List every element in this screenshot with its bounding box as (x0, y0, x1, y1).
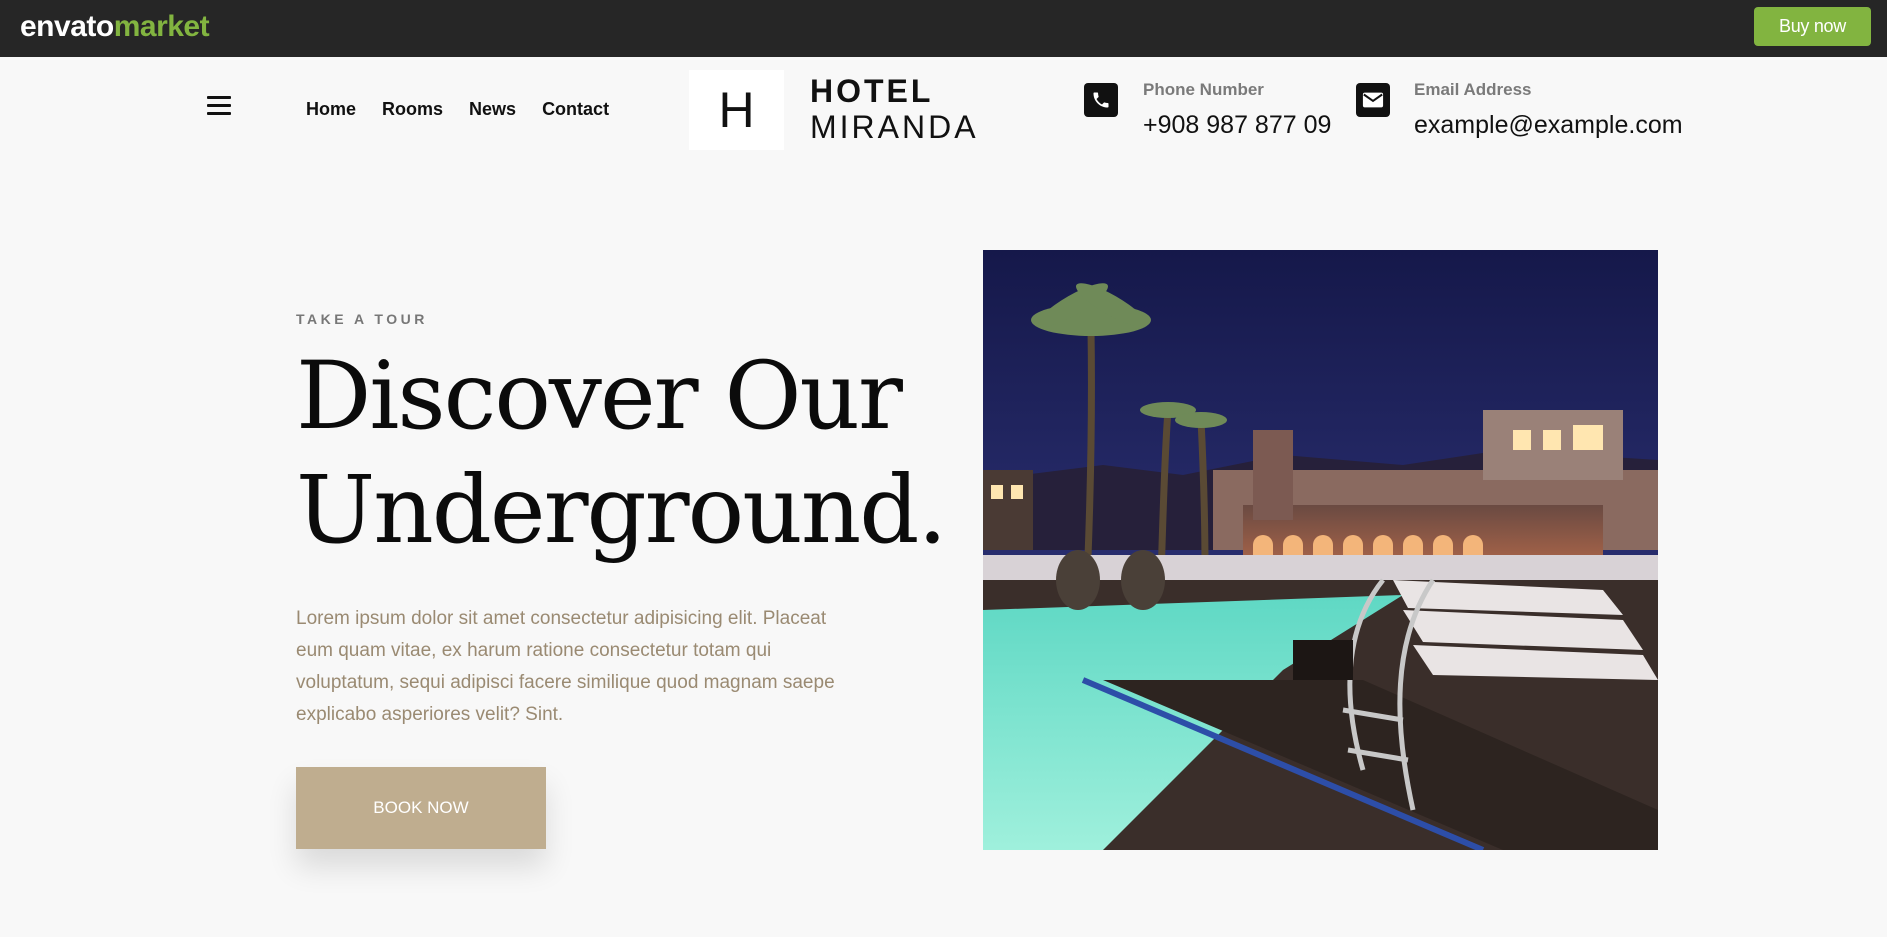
hotel-brand-name[interactable]: HOTEL MIRANDA (810, 73, 979, 145)
phone-icon (1084, 83, 1118, 117)
logo-letter: H (718, 82, 755, 138)
phone-label: Phone Number (1143, 80, 1264, 99)
phone-number[interactable]: +908 987 877 09 (1143, 110, 1331, 140)
hero-headline: Discover Our Underground. (296, 340, 947, 568)
nav-rooms[interactable]: Rooms (382, 98, 443, 120)
buy-now-button[interactable]: Buy now (1754, 7, 1871, 46)
brand-line-miranda: MIRANDA (810, 109, 979, 145)
main-nav: Home Rooms News Contact (306, 98, 635, 120)
envato-market-logo[interactable]: envatomarket (20, 9, 210, 45)
brand-line-hotel: HOTEL (810, 73, 934, 109)
hamburger-icon[interactable] (207, 96, 231, 118)
email-label: Email Address (1414, 80, 1532, 99)
hero-eyebrow: TAKE A TOUR (296, 311, 428, 327)
logo-word-market: market (113, 10, 210, 43)
headline-line-2: Underground. (296, 456, 947, 565)
hotel-pool-night-photo (983, 250, 1658, 850)
nav-home[interactable]: Home (306, 98, 356, 120)
hamburger-line (207, 112, 231, 115)
envato-top-bar: envatomarket Buy now (0, 0, 1887, 57)
nav-news[interactable]: News (469, 98, 516, 120)
hotel-logo-mark[interactable]: H (689, 70, 784, 150)
book-now-button[interactable]: BOOK NOW (296, 767, 546, 849)
hero-description: Lorem ipsum dolor sit amet consectetur a… (296, 608, 835, 725)
email-address[interactable]: example@example.com (1414, 110, 1683, 140)
logo-word-envato: envato (20, 10, 114, 43)
headline-line-1: Discover Our (296, 342, 903, 451)
hamburger-line (207, 104, 231, 107)
envelope-icon (1356, 83, 1390, 117)
nav-contact[interactable]: Contact (542, 98, 609, 120)
hamburger-line (207, 96, 231, 99)
